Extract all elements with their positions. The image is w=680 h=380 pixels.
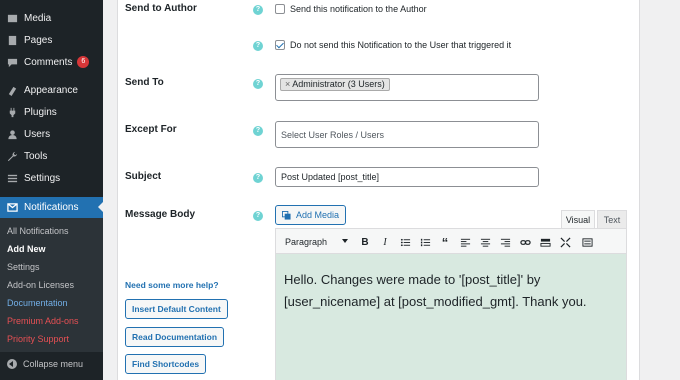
sidebar-item-label: Notifications: [24, 202, 79, 213]
insert-default-content-button[interactable]: Insert Default Content: [125, 299, 228, 319]
appearance-icon: [6, 84, 18, 96]
editor-content[interactable]: Hello. Changes were made to '[post_title…: [284, 269, 614, 313]
need-help-link[interactable]: Need some more help?: [125, 280, 219, 290]
send-to-author-option-label: Send this notification to the Author: [290, 4, 427, 14]
add-media-label: Add Media: [296, 210, 340, 220]
media-icon: [282, 210, 291, 220]
pages-icon: [6, 34, 18, 46]
send-to-select[interactable]: × Administrator (3 Users): [275, 74, 539, 101]
help-icon[interactable]: ?: [253, 173, 263, 183]
submenu-priority-support[interactable]: Priority Support: [7, 334, 69, 344]
help-icon[interactable]: ?: [253, 126, 263, 136]
subject-label: Subject: [125, 171, 162, 182]
message-body-label: Message Body: [125, 209, 196, 220]
subject-value: Post Updated [post_title]: [281, 172, 380, 182]
numbered-list-icon[interactable]: [418, 235, 432, 249]
align-center-icon[interactable]: [478, 235, 492, 249]
sidebar-item-label: Appearance: [24, 84, 78, 96]
submenu-all-notifications[interactable]: All Notifications: [7, 226, 69, 236]
editor-toolbar: Paragraph B I “: [275, 228, 627, 254]
users-icon: [6, 128, 18, 140]
message-body-editor[interactable]: Hello. Changes were made to '[post_title…: [275, 254, 627, 380]
read-documentation-button[interactable]: Read Documentation: [125, 327, 225, 347]
toolbar-toggle-icon[interactable]: [580, 235, 594, 249]
align-right-icon[interactable]: [498, 235, 512, 249]
send-to-author-checkbox[interactable]: [275, 4, 285, 14]
submenu-documentation[interactable]: Documentation: [7, 298, 68, 308]
recipient-token: × Administrator (3 Users): [280, 78, 390, 91]
sidebar-item-plugins[interactable]: Plugins: [0, 102, 103, 122]
sidebar-item-label: Settings: [24, 172, 61, 184]
mail-icon: [6, 202, 18, 214]
bullet-list-icon[interactable]: [398, 235, 412, 249]
sidebar-item-label: Plugins: [24, 106, 57, 118]
chevron-down-icon: [342, 239, 348, 243]
italic-icon[interactable]: I: [378, 235, 392, 249]
paragraph-format-select[interactable]: Paragraph: [280, 233, 352, 250]
tools-icon: [6, 150, 18, 162]
settings-icon: [6, 172, 18, 184]
find-shortcodes-button[interactable]: Find Shortcodes: [125, 354, 207, 374]
format-select-value: Paragraph: [285, 236, 328, 247]
except-for-placeholder: Select User Roles / Users: [281, 130, 385, 140]
sidebar-item-label: Tools: [24, 150, 48, 162]
sidebar-item-tools[interactable]: Tools: [0, 146, 103, 166]
admin-sidebar: Media Pages Comments 6 Appearance Plugin…: [0, 0, 103, 380]
tab-text[interactable]: Text: [597, 210, 627, 228]
send-to-label: Send To: [125, 77, 164, 88]
skip-trigger-user-option-label: Do not send this Notification to the Use…: [290, 40, 512, 50]
comments-count-badge: 6: [77, 56, 90, 68]
help-icon[interactable]: ?: [253, 5, 263, 15]
remove-token-icon[interactable]: ×: [285, 79, 290, 89]
notifications-submenu: All Notifications Add New Settings Add-o…: [0, 218, 103, 352]
help-icon[interactable]: ?: [253, 211, 263, 221]
sidebar-item-label: Media: [24, 12, 52, 24]
skip-trigger-user-checkbox[interactable]: [275, 40, 285, 50]
sidebar-item-comments[interactable]: Comments 6: [0, 52, 103, 72]
fullscreen-icon[interactable]: [558, 235, 572, 249]
sidebar-item-pages[interactable]: Pages: [0, 30, 103, 50]
except-for-label: Except For: [125, 124, 177, 135]
sidebar-item-appearance[interactable]: Appearance: [0, 80, 103, 100]
align-left-icon[interactable]: [458, 235, 472, 249]
collapse-arrow-icon: [7, 359, 17, 369]
submenu-premium-addons[interactable]: Premium Add-ons: [7, 316, 79, 326]
add-media-button[interactable]: Add Media: [275, 205, 347, 225]
except-for-select[interactable]: Select User Roles / Users: [275, 121, 539, 148]
submenu-addon-licenses[interactable]: Add-on Licenses: [7, 280, 74, 290]
horizontal-line-icon[interactable]: [538, 235, 552, 249]
sidebar-item-notifications[interactable]: Notifications: [0, 197, 103, 218]
comments-icon: [6, 56, 18, 68]
help-icon[interactable]: ?: [253, 41, 263, 51]
submenu-settings[interactable]: Settings: [7, 262, 40, 272]
collapse-menu-button[interactable]: Collapse menu: [0, 354, 103, 374]
plugins-icon: [6, 106, 18, 118]
sidebar-item-label: Pages: [24, 34, 53, 46]
submenu-add-new[interactable]: Add New: [7, 244, 46, 254]
subject-input[interactable]: Post Updated [post_title]: [275, 167, 539, 187]
sidebar-item-users[interactable]: Users: [0, 124, 103, 144]
help-icon[interactable]: ?: [253, 79, 263, 89]
sidebar-item-settings[interactable]: Settings: [0, 168, 103, 188]
sidebar-item-media[interactable]: Media: [0, 8, 103, 28]
link-icon[interactable]: [518, 235, 532, 249]
collapse-label: Collapse menu: [23, 359, 84, 369]
tab-visual[interactable]: Visual: [561, 210, 595, 228]
sidebar-item-label: Users: [24, 128, 51, 140]
recipient-token-label: Administrator (3 Users): [292, 79, 385, 89]
bold-icon[interactable]: B: [358, 235, 372, 249]
sidebar-item-label: Comments: [24, 56, 73, 68]
active-pointer: [98, 202, 103, 212]
media-icon: [6, 12, 18, 24]
blockquote-icon[interactable]: “: [438, 235, 452, 250]
send-to-author-label: Send to Author: [125, 3, 197, 14]
